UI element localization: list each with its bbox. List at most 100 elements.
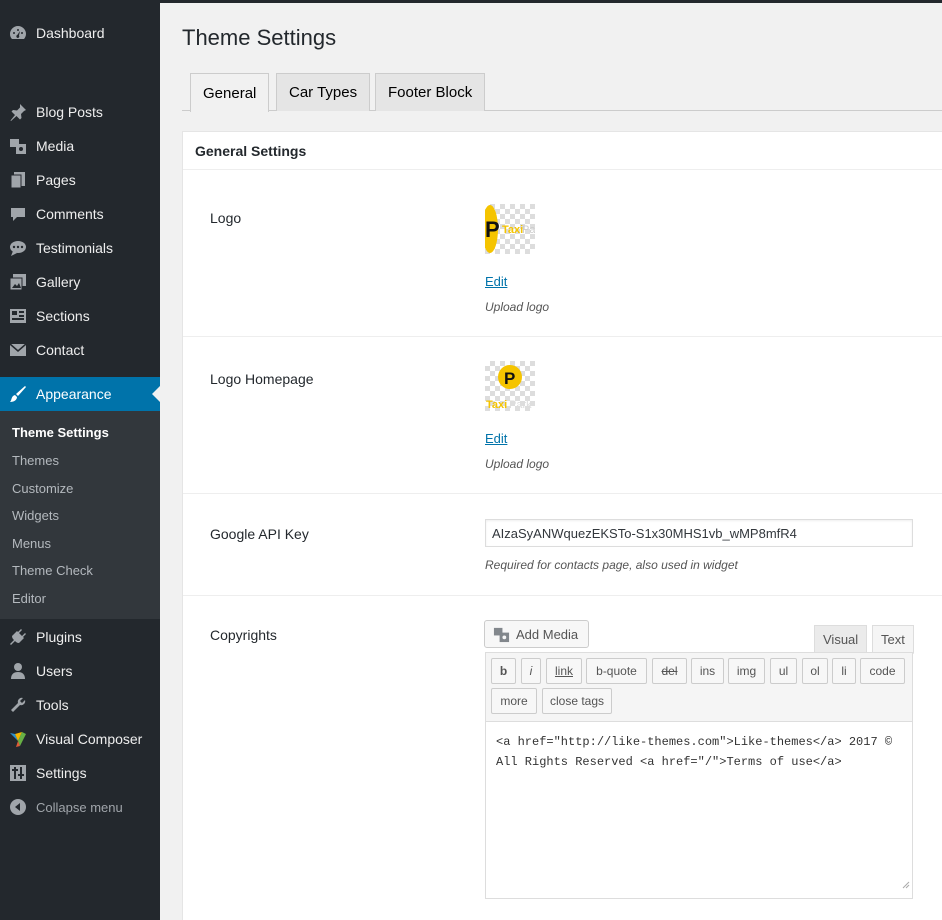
sidebar-item-label: Plugins xyxy=(36,629,82,645)
tab-general[interactable]: General xyxy=(190,73,270,112)
sidebar-item-label: Contact xyxy=(36,342,85,358)
google-api-key-input[interactable]: AIzaSyANWquezEKSTo-S1x30MHS1vb_wMP8mfR4 xyxy=(485,519,913,547)
sidebar-item-tools[interactable]: Tools xyxy=(0,688,160,722)
collapse-menu-button[interactable]: Collapse menu xyxy=(0,790,160,824)
logo-edit-link[interactable]: Edit xyxy=(485,274,507,289)
quicktag-more-button[interactable]: more xyxy=(491,688,537,714)
logo-description: Upload logo xyxy=(485,300,550,314)
appearance-submenu: Theme Settings Themes Customize Widgets … xyxy=(0,411,160,619)
pages-icon xyxy=(9,171,27,189)
sidebar-item-blog-posts[interactable]: Blog Posts xyxy=(0,95,160,129)
editor-tab-visual[interactable]: Visual xyxy=(814,625,868,653)
plugin-icon xyxy=(9,628,27,646)
submenu-editor[interactable]: Editor xyxy=(12,591,46,606)
quicktag-bquote-button[interactable]: b-quote xyxy=(586,658,647,684)
quicktag-ol-button[interactable]: ol xyxy=(802,658,828,684)
sidebar-item-pages[interactable]: Pages xyxy=(0,163,160,197)
settings-tabs: General Car Types Footer Block xyxy=(182,73,942,112)
logo-preview-image[interactable]: P Taxi Pa xyxy=(485,204,535,254)
sidebar-item-gallery[interactable]: Gallery xyxy=(0,265,160,299)
page-title: Theme Settings xyxy=(182,25,337,50)
copyrights-content-line: All Rights Reserved <a href="/">Terms of… xyxy=(496,755,842,769)
sidebar-item-media[interactable]: Media xyxy=(0,129,160,163)
sidebar-item-sections[interactable]: Sections xyxy=(0,299,160,333)
quicktag-ul-button[interactable]: ul xyxy=(770,658,797,684)
sidebar-item-dashboard[interactable]: Dashboard xyxy=(0,16,160,50)
quicktag-bold-button[interactable]: b xyxy=(491,658,516,684)
quicktag-li-button[interactable]: li xyxy=(832,658,856,684)
quicktag-ins-button[interactable]: ins xyxy=(691,658,724,684)
settings-icon xyxy=(9,764,27,782)
submenu-customize[interactable]: Customize xyxy=(12,481,73,496)
add-media-label: Add Media xyxy=(516,626,579,642)
sidebar-item-testimonials[interactable]: Testimonials xyxy=(0,231,160,265)
logo-homepage-edit-link[interactable]: Edit xyxy=(485,431,507,446)
pin-icon xyxy=(9,103,27,121)
editor-tab-text[interactable]: Text xyxy=(872,625,914,654)
wrench-icon xyxy=(9,696,27,714)
submenu-theme-check[interactable]: Theme Check xyxy=(12,563,93,578)
google-api-label: Google API Key xyxy=(210,526,309,542)
general-settings-panel: General Settings Logo P Taxi Pa Edit Upl… xyxy=(182,131,942,920)
mail-icon xyxy=(9,341,27,359)
section-title: General Settings xyxy=(183,132,942,170)
sidebar-item-label: Appearance xyxy=(36,386,112,402)
submenu-themes[interactable]: Themes xyxy=(12,453,59,468)
svg-text:Taxi: Taxi xyxy=(486,399,507,411)
sidebar-item-label: Collapse menu xyxy=(36,799,123,815)
quicktag-close-tags-button[interactable]: close tags xyxy=(542,688,612,714)
collapse-icon xyxy=(9,798,27,816)
sidebar-item-plugins[interactable]: Plugins xyxy=(0,620,160,654)
gallery-icon xyxy=(9,273,27,291)
submenu-menus[interactable]: Menus xyxy=(12,536,51,551)
sidebar-item-appearance[interactable]: Appearance xyxy=(0,377,160,411)
sidebar-item-comments[interactable]: Comments xyxy=(0,197,160,231)
svg-text:Pa: Pa xyxy=(522,224,535,236)
sidebar-item-label: Tools xyxy=(36,697,69,713)
logo-homepage-label: Logo Homepage xyxy=(210,371,314,387)
quicktag-del-button[interactable]: del xyxy=(652,658,687,684)
sidebar-item-label: Sections xyxy=(36,308,90,324)
svg-text:Park: Park xyxy=(509,399,532,411)
logo-homepage-row: Logo Homepage P Taxi Park Edit Upload lo… xyxy=(183,337,942,494)
resize-handle-icon[interactable] xyxy=(902,876,910,896)
submenu-widgets[interactable]: Widgets xyxy=(12,508,59,523)
dashboard-icon xyxy=(9,24,27,42)
google-api-description: Required for contacts page, also used in… xyxy=(485,558,738,572)
quicktag-img-button[interactable]: img xyxy=(728,658,765,684)
logo-homepage-description: Upload logo xyxy=(485,457,550,471)
current-menu-arrow xyxy=(152,386,160,402)
submenu-theme-settings[interactable]: Theme Settings xyxy=(12,425,109,440)
main-content: Theme Settings General Car Types Footer … xyxy=(160,3,942,920)
quicktag-italic-button[interactable]: i xyxy=(521,658,541,684)
sidebar-item-users[interactable]: Users xyxy=(0,654,160,688)
logo-label: Logo xyxy=(210,210,242,226)
sidebar-item-label: Media xyxy=(36,138,75,154)
copyrights-label: Copyrights xyxy=(210,627,277,643)
logo-row: Logo P Taxi Pa Edit Upload logo xyxy=(183,170,942,337)
quicktag-code-button[interactable]: code xyxy=(860,658,905,684)
svg-text:P: P xyxy=(485,217,500,242)
sidebar-item-label: Blog Posts xyxy=(36,104,103,120)
sidebar-item-label: Testimonials xyxy=(36,240,114,256)
brush-icon xyxy=(9,385,27,403)
quicktag-link-button[interactable]: link xyxy=(546,658,582,684)
add-media-icon xyxy=(493,626,510,646)
sidebar-item-label: Settings xyxy=(36,765,87,781)
testimonials-icon xyxy=(9,239,27,257)
comment-icon xyxy=(9,205,27,223)
admin-sidebar: Dashboard Blog Posts Media Pages Comment… xyxy=(0,0,160,920)
sidebar-item-contact[interactable]: Contact xyxy=(0,333,160,367)
sidebar-item-label: Comments xyxy=(36,206,104,222)
add-media-button[interactable]: Add Media xyxy=(484,620,589,648)
svg-text:Taxi: Taxi xyxy=(502,224,523,236)
sidebar-item-visual-composer[interactable]: Visual Composer xyxy=(0,722,160,756)
logo-homepage-preview-image[interactable]: P Taxi Park xyxy=(485,361,535,411)
tab-footer-block[interactable]: Footer Block xyxy=(375,73,486,111)
sidebar-item-label: Users xyxy=(36,663,73,679)
sidebar-item-label: Dashboard xyxy=(36,25,105,41)
copyrights-textarea[interactable]: <a href="http://like-themes.com">Like-th… xyxy=(485,721,913,899)
google-api-row: Google API Key AIzaSyANWquezEKSTo-S1x30M… xyxy=(183,494,942,596)
sidebar-item-settings[interactable]: Settings xyxy=(0,756,160,790)
tab-car-types[interactable]: Car Types xyxy=(276,73,371,111)
